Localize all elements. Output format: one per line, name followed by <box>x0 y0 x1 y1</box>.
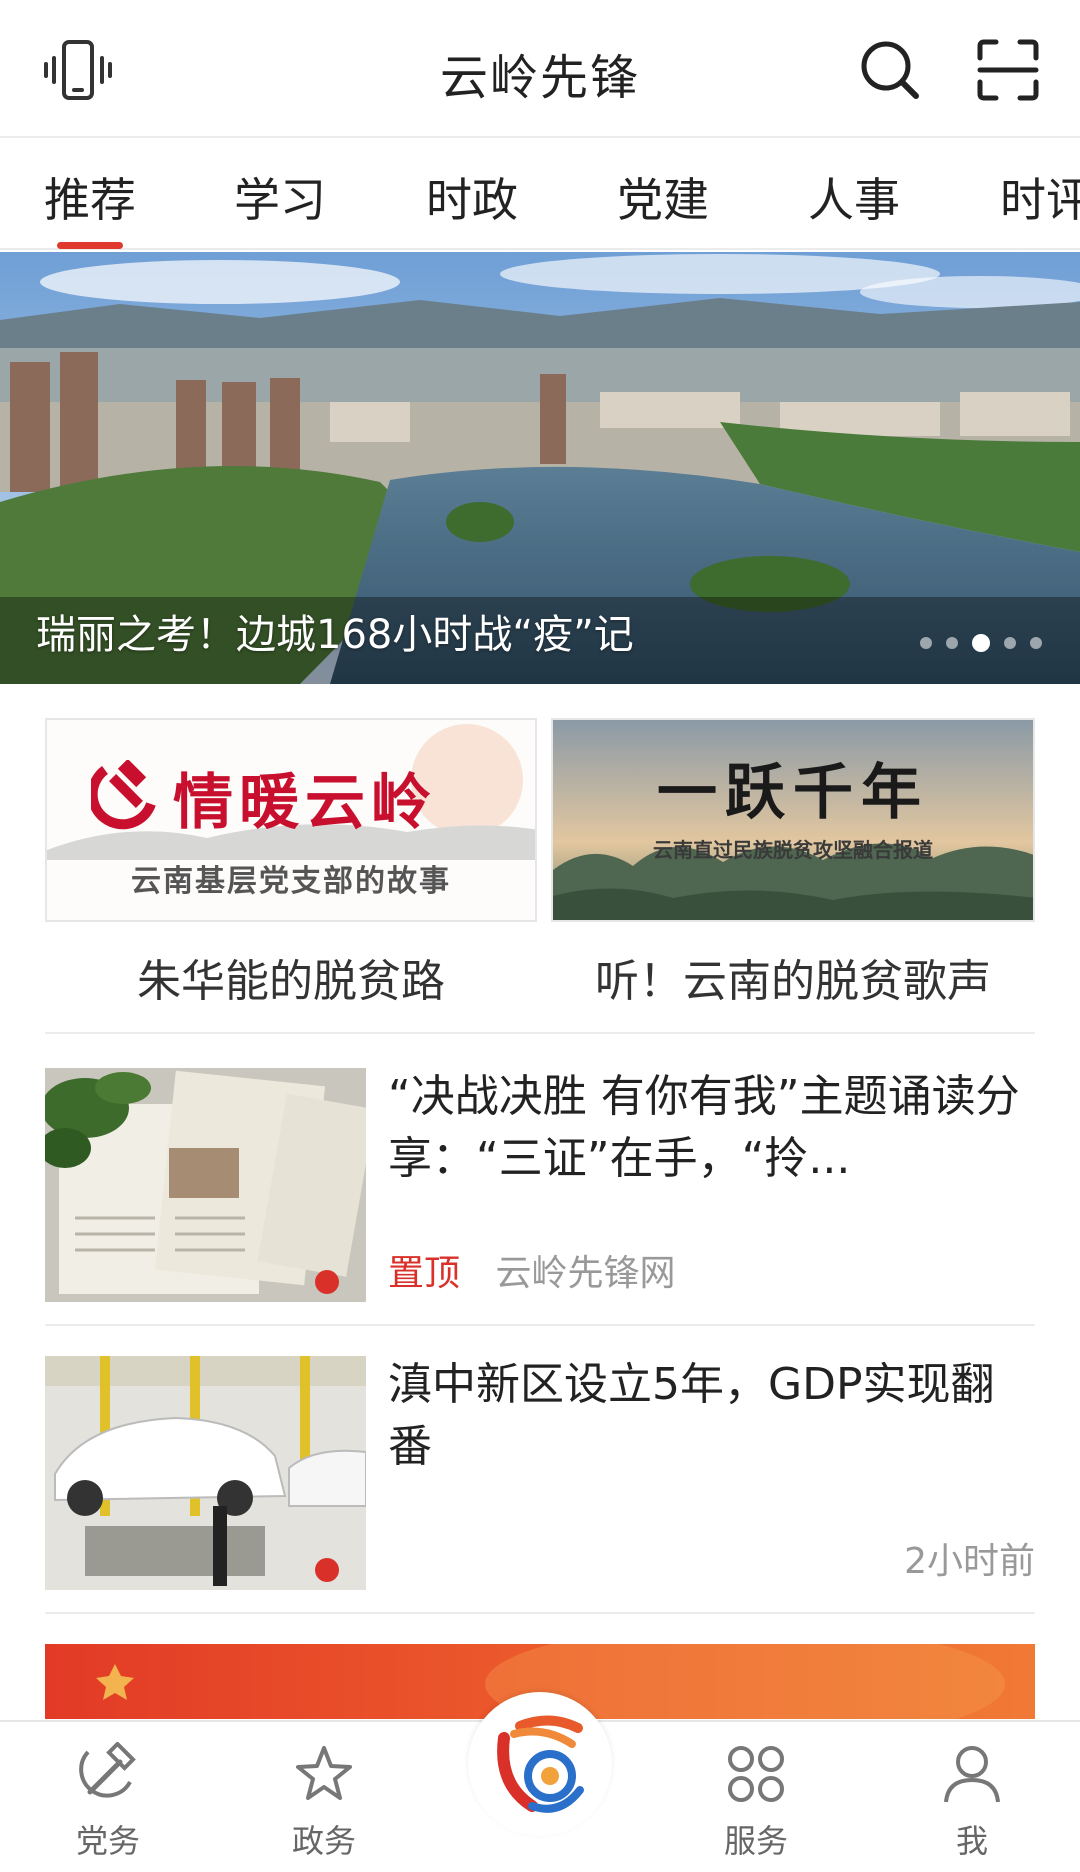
news-time: 2小时前 <box>904 1541 1035 1582</box>
feature-caption[interactable]: 朱华能的脱贫路 <box>45 945 537 1009</box>
star-icon <box>254 1738 394 1810</box>
app-logo-icon[interactable] <box>468 1692 612 1836</box>
divider <box>45 1032 1035 1034</box>
nav-label: 党务 <box>75 1822 140 1860</box>
nav-government-affairs[interactable]: 政务 <box>254 1738 394 1862</box>
nav-label: 服务 <box>723 1822 788 1860</box>
tab-party-building[interactable]: 党建 <box>617 164 709 230</box>
scan-icon[interactable] <box>968 38 1048 102</box>
news-meta: 置顶 云岭先锋网 <box>388 1244 675 1296</box>
user-icon <box>902 1738 1042 1810</box>
news-title: “决战决胜 有你有我”主题诵读分享：“三证”在手，“拎... <box>388 1071 1020 1184</box>
category-tabs: 推荐 学习 时政 党建 人事 时评 <box>0 138 1080 250</box>
feature-caption[interactable]: 听！云南的脱贫歌声 <box>551 945 1035 1009</box>
tab-commentary[interactable]: 时评 <box>1000 164 1080 230</box>
divider <box>45 1324 1035 1326</box>
hammer-sickle-icon <box>87 758 161 834</box>
carousel-indicator <box>920 634 1042 652</box>
search-icon[interactable] <box>850 38 930 102</box>
carousel-dot <box>946 637 958 649</box>
pinned-tag: 置顶 <box>388 1253 461 1294</box>
hero-banner[interactable]: 瑞丽之考！边城168小时战“疫”记 <box>0 252 1080 684</box>
nav-services[interactable]: 服务 <box>686 1738 826 1862</box>
divider <box>45 1612 1035 1614</box>
nav-label: 政务 <box>291 1822 356 1860</box>
carousel-dot <box>920 637 932 649</box>
active-tab-indicator <box>57 242 123 249</box>
news-source: 云岭先锋网 <box>495 1253 676 1294</box>
nav-party-affairs[interactable]: 党务 <box>38 1738 178 1862</box>
carousel-dot <box>1030 637 1042 649</box>
feature-image-subtitle: 云南直过民族脱贫攻坚融合报道 <box>653 838 933 862</box>
app-header: 云岭先锋 <box>0 0 1080 138</box>
news-thumbnail <box>45 1068 366 1302</box>
banner-caption: 瑞丽之考！边城168小时战“疫”记 <box>36 612 634 658</box>
tab-politics[interactable]: 时政 <box>426 164 518 230</box>
nav-label: 我 <box>955 1822 988 1860</box>
tab-study[interactable]: 学习 <box>234 164 326 230</box>
feature-image-title: 一跃千年 <box>657 758 929 828</box>
news-thumbnail <box>45 1356 366 1590</box>
carousel-dot <box>1004 637 1016 649</box>
news-title: 滇中新区设立5年，GDP实现翻番 <box>388 1359 995 1472</box>
tab-recommend[interactable]: 推荐 <box>44 164 136 230</box>
feature-image-subtitle: 云南基层党支部的故事 <box>131 864 451 899</box>
feature-image-title: 情暖云岭 <box>173 768 437 838</box>
feature-card-leap-millennium[interactable]: 一跃千年 云南直过民族脱贫攻坚融合报道 <box>551 718 1035 922</box>
tab-personnel[interactable]: 人事 <box>808 164 900 230</box>
hammer-sickle-icon <box>38 1738 178 1810</box>
grid-services-icon <box>686 1738 826 1810</box>
nav-me[interactable]: 我 <box>902 1738 1042 1862</box>
feature-card-warm-yunling[interactable]: 情暖云岭 云南基层党支部的故事 <box>45 718 537 922</box>
carousel-dot-active <box>972 634 990 652</box>
